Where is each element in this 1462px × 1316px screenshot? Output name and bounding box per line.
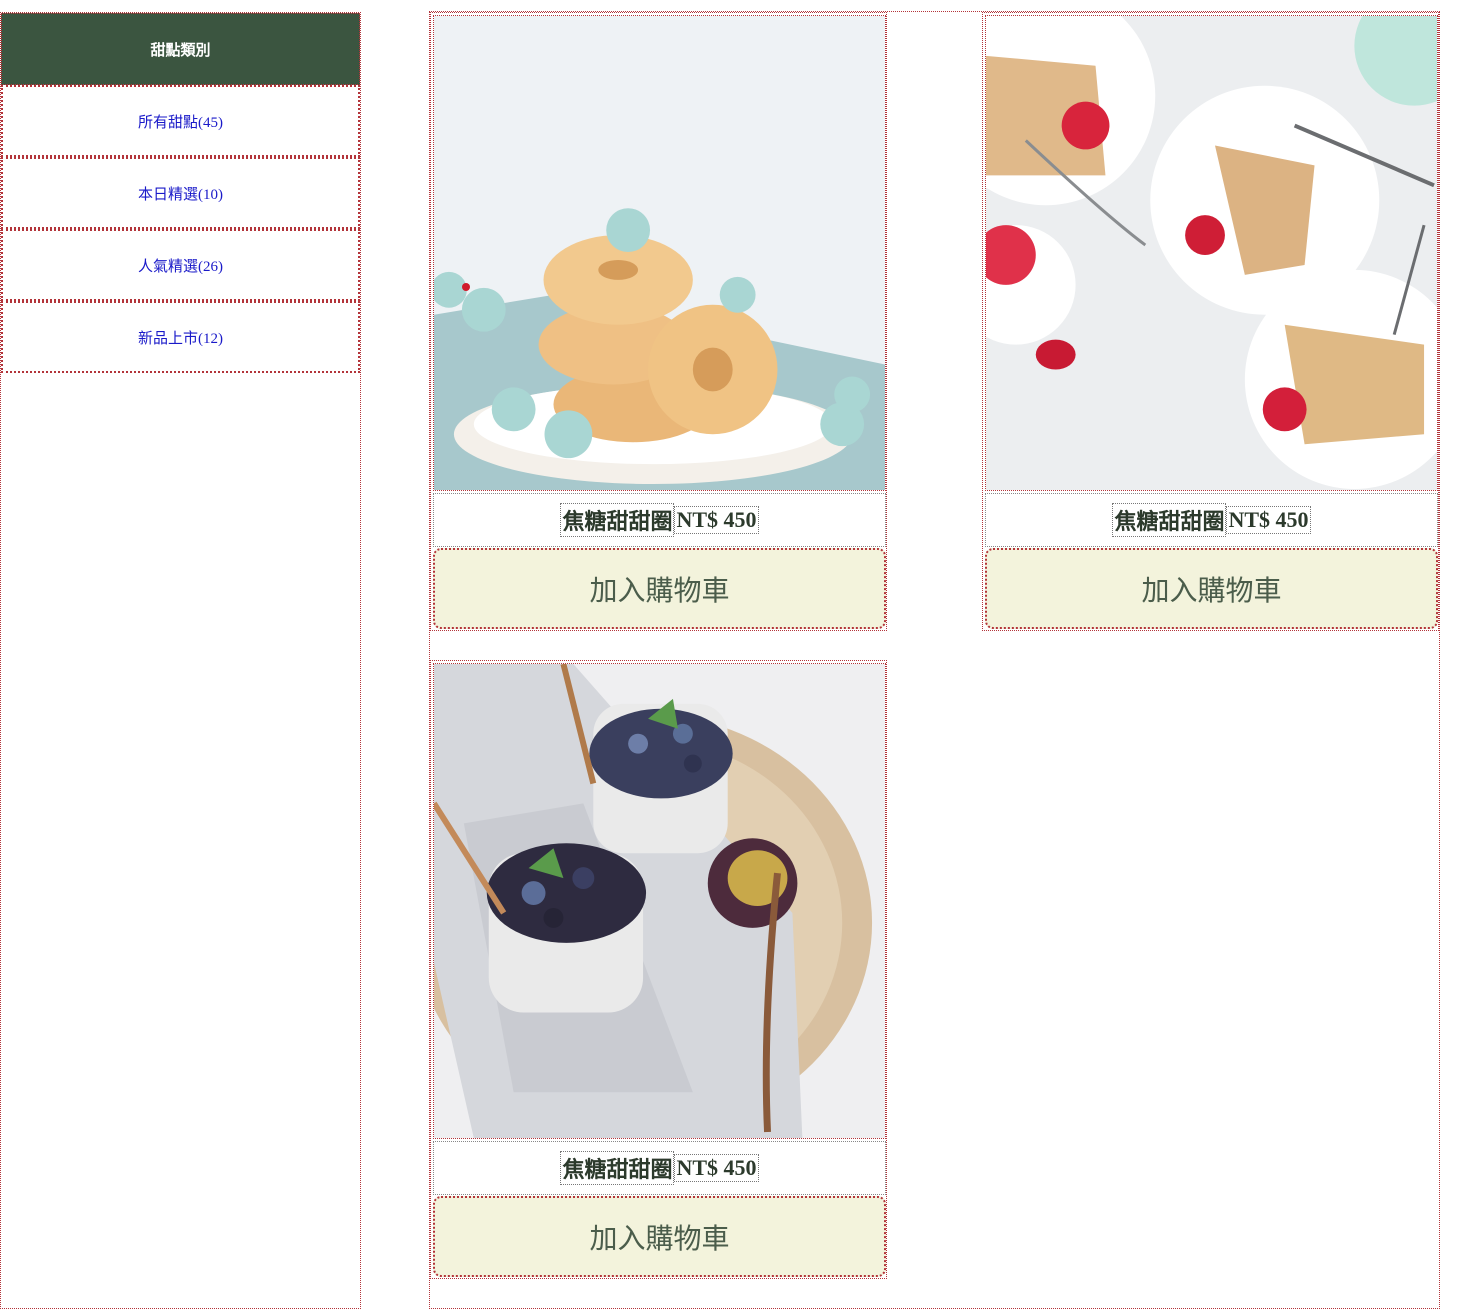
- add-to-cart-button[interactable]: 加入購物車: [433, 1196, 886, 1277]
- product-card: 焦糖甜甜圈 NT$ 450 加入購物車: [430, 12, 887, 631]
- product-name: 焦糖甜甜圈: [1112, 503, 1227, 537]
- product-name: 焦糖甜甜圈: [560, 1151, 675, 1185]
- sidebar-item-label[interactable]: 新品上市(12): [138, 327, 223, 348]
- product-price: NT$ 450: [674, 506, 759, 534]
- marker-dot: [462, 283, 470, 291]
- product-info: 焦糖甜甜圈 NT$ 450: [433, 1141, 886, 1195]
- product-info: 焦糖甜甜圈 NT$ 450: [433, 493, 886, 547]
- product-price: NT$ 450: [1226, 506, 1311, 534]
- sidebar-item-label[interactable]: 本日精選(10): [138, 183, 223, 204]
- berry-parfait-photo[interactable]: [433, 663, 886, 1139]
- add-to-cart-button[interactable]: 加入購物車: [985, 548, 1438, 629]
- sidebar-header: 甜點類別: [1, 13, 360, 85]
- product-name: 焦糖甜甜圈: [560, 503, 675, 537]
- donut-stack-photo[interactable]: [433, 15, 886, 491]
- category-sidebar: 甜點類別 所有甜點(45) 本日精選(10) 人氣精選(26) 新品上市(12): [0, 12, 361, 1309]
- add-to-cart-button[interactable]: 加入購物車: [433, 548, 886, 629]
- product-info: 焦糖甜甜圈 NT$ 450: [985, 493, 1438, 547]
- sidebar-item-label[interactable]: 所有甜點(45): [138, 111, 223, 132]
- product-card: 焦糖甜甜圈 NT$ 450 加入購物車: [430, 660, 887, 1279]
- sidebar-item-label[interactable]: 人氣精選(26): [138, 255, 223, 276]
- sidebar-item-all-desserts[interactable]: 所有甜點(45): [1, 85, 360, 157]
- berry-cake-photo[interactable]: [985, 15, 1438, 491]
- product-grid: 焦糖甜甜圈 NT$ 450 加入購物車 焦糖甜甜圈 NT$ 450 加入購物車 …: [429, 11, 1440, 1309]
- sidebar-item-popular-picks[interactable]: 人氣精選(26): [1, 229, 360, 301]
- product-card: 焦糖甜甜圈 NT$ 450 加入購物車: [982, 12, 1439, 631]
- sidebar-item-daily-picks[interactable]: 本日精選(10): [1, 157, 360, 229]
- sidebar-item-new-arrivals[interactable]: 新品上市(12): [1, 301, 360, 373]
- product-price: NT$ 450: [674, 1154, 759, 1182]
